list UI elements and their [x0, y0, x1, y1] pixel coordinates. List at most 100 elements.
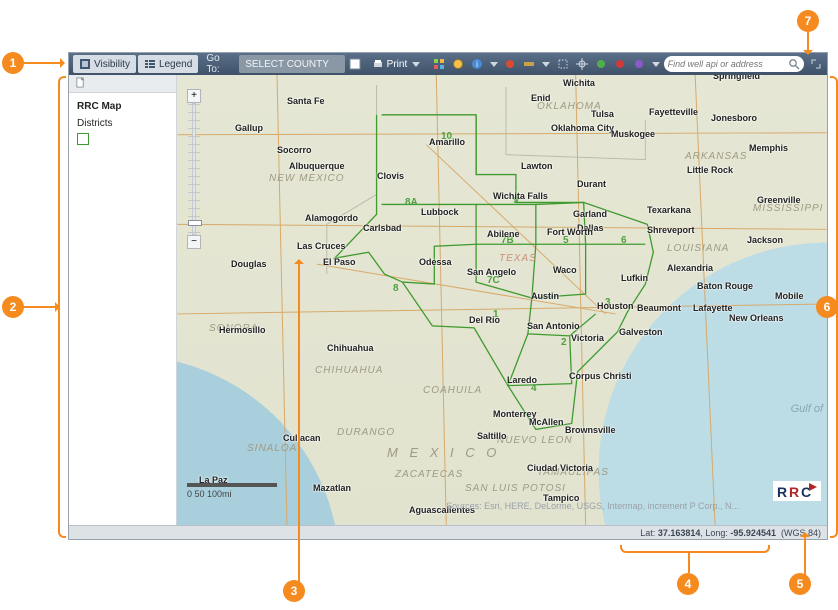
city-label: Jackson	[747, 235, 783, 245]
legend-swatch-districts	[77, 133, 89, 145]
city-label: Lufkin	[621, 273, 648, 283]
city-label: Brownsville	[565, 425, 616, 435]
state-label-coahuila: COAHUILA	[423, 385, 482, 396]
city-label: Victoria	[571, 333, 604, 343]
city-label: Wichita	[563, 78, 595, 88]
state-label-new-mexico: NEW MEXICO	[269, 173, 345, 184]
city-label: Beaumont	[637, 303, 681, 313]
search-box[interactable]	[664, 56, 804, 72]
document-icon[interactable]	[75, 77, 86, 91]
city-label: Laredo	[507, 375, 537, 385]
city-label: Santa Fe	[287, 96, 325, 106]
state-label-zacatecas: ZACATECAS	[395, 469, 463, 480]
info-button[interactable]: i	[469, 55, 486, 73]
country-label-mexico: M E X I C O	[387, 445, 500, 460]
legend-button[interactable]: Legend	[138, 55, 198, 73]
state-label-arkansas: ARKANSAS	[685, 151, 747, 162]
city-label: Baton Rouge	[697, 281, 753, 291]
city-label: Lafayette	[693, 303, 733, 313]
side-panel: RRC Map Districts	[69, 75, 177, 525]
city-label: Chihuahua	[327, 343, 374, 353]
city-label: El Paso	[323, 257, 356, 267]
annotation-4-line	[688, 553, 690, 573]
goto-label: Go To:	[200, 53, 237, 75]
county-select[interactable]: SELECT COUNTY	[239, 55, 344, 73]
city-label: Lubbock	[421, 207, 459, 217]
print-label: Print	[387, 59, 408, 70]
city-label: Austin	[531, 291, 559, 301]
city-label: Albuquerque	[289, 161, 345, 171]
city-label: Corpus Christi	[569, 371, 632, 381]
city-label: Lawton	[521, 161, 553, 171]
apps-button[interactable]	[430, 55, 447, 73]
state-label-durango: DURANGO	[337, 427, 395, 438]
city-label: Ciudad Victoria	[527, 463, 593, 473]
zoom-track[interactable]	[192, 103, 196, 235]
expand-button[interactable]	[810, 57, 823, 71]
map-attribution: Sources: Esri, HERE, DeLorme, USGS, Inte…	[177, 501, 827, 511]
clear-button[interactable]	[611, 55, 628, 73]
city-label: New Orleans	[729, 313, 784, 323]
district-label-8a: 8A	[405, 197, 418, 208]
identify-button[interactable]	[502, 55, 519, 73]
city-label: Abilene	[487, 229, 520, 239]
measure-button[interactable]	[521, 55, 538, 73]
state-label-texas: TEXAS	[499, 253, 537, 264]
city-label: Hermosillo	[219, 325, 266, 335]
status-srs: (WGS 84)	[781, 528, 821, 538]
gulf-label: Gulf of	[791, 403, 823, 415]
side-tabs	[69, 75, 176, 93]
zoom-handle[interactable]	[188, 220, 202, 226]
select-rect-button[interactable]	[554, 55, 571, 73]
chevron-down-icon	[650, 58, 662, 70]
help-button[interactable]	[631, 55, 648, 73]
city-label: Mazatlan	[313, 483, 351, 493]
city-label: Fayetteville	[649, 107, 698, 117]
svg-text:R: R	[777, 484, 787, 500]
zoom-slider[interactable]: + −	[187, 89, 201, 249]
map-vector-layer	[177, 75, 827, 525]
search-input[interactable]	[668, 59, 788, 69]
city-label: Alamogordo	[305, 213, 358, 223]
white-box-button[interactable]	[347, 55, 364, 73]
chevron-down-icon	[488, 58, 500, 70]
city-label: Jonesboro	[711, 113, 757, 123]
legend-content: RRC Map Districts	[69, 93, 176, 156]
status-lat-value: 37.163814	[658, 528, 701, 538]
city-label: Douglas	[231, 259, 267, 269]
print-button[interactable]: Print	[366, 55, 429, 73]
refresh-button[interactable]	[592, 55, 609, 73]
legend-layer-label: Districts	[77, 118, 168, 129]
state-label-louisiana: LOUISIANA	[667, 243, 729, 254]
zoom-out-button[interactable]: −	[187, 235, 201, 249]
map-canvas[interactable]: NEW MEXICO OKLAHOMA ARKANSAS LOUISIANA M…	[177, 75, 827, 525]
annotation-2-brace	[58, 76, 66, 538]
annotation-3: 3	[283, 580, 305, 602]
scale-bar: 0 50 100mi	[187, 483, 277, 499]
annotation-5: 5	[789, 573, 811, 595]
state-label-nuevo-leon: NUEVO LEON	[497, 435, 573, 446]
visibility-button[interactable]: Visibility	[73, 55, 136, 73]
app-frame: Visibility Legend Go To: SELECT COUNTY P…	[68, 52, 828, 540]
state-label-chihuahua: CHIHUAHUA	[315, 365, 383, 376]
search-icon	[788, 58, 800, 70]
city-label: Mobile	[775, 291, 804, 301]
annotation-6-brace	[830, 76, 838, 538]
annotation-2: 2	[2, 296, 65, 318]
basemap-button[interactable]	[449, 55, 466, 73]
city-label: Memphis	[749, 143, 788, 153]
city-label: Clovis	[377, 171, 404, 181]
annotation-4-brace	[620, 545, 770, 553]
rrc-logo: R R C	[773, 475, 821, 507]
state-label-sinaloa: SINALOA	[247, 443, 297, 454]
city-label: Odessa	[419, 257, 452, 267]
city-label: Houston	[597, 301, 634, 311]
city-label: Springfield	[713, 75, 760, 81]
status-bar: Lat: 37.163814, Long: -95.924541 (WGS 84…	[69, 525, 827, 539]
city-label: San Angelo	[467, 267, 516, 277]
svg-text:R: R	[789, 484, 799, 500]
legend-list-icon	[144, 58, 156, 70]
print-icon	[372, 58, 384, 70]
full-extent-button[interactable]	[573, 55, 590, 73]
zoom-in-button[interactable]: +	[187, 89, 201, 103]
